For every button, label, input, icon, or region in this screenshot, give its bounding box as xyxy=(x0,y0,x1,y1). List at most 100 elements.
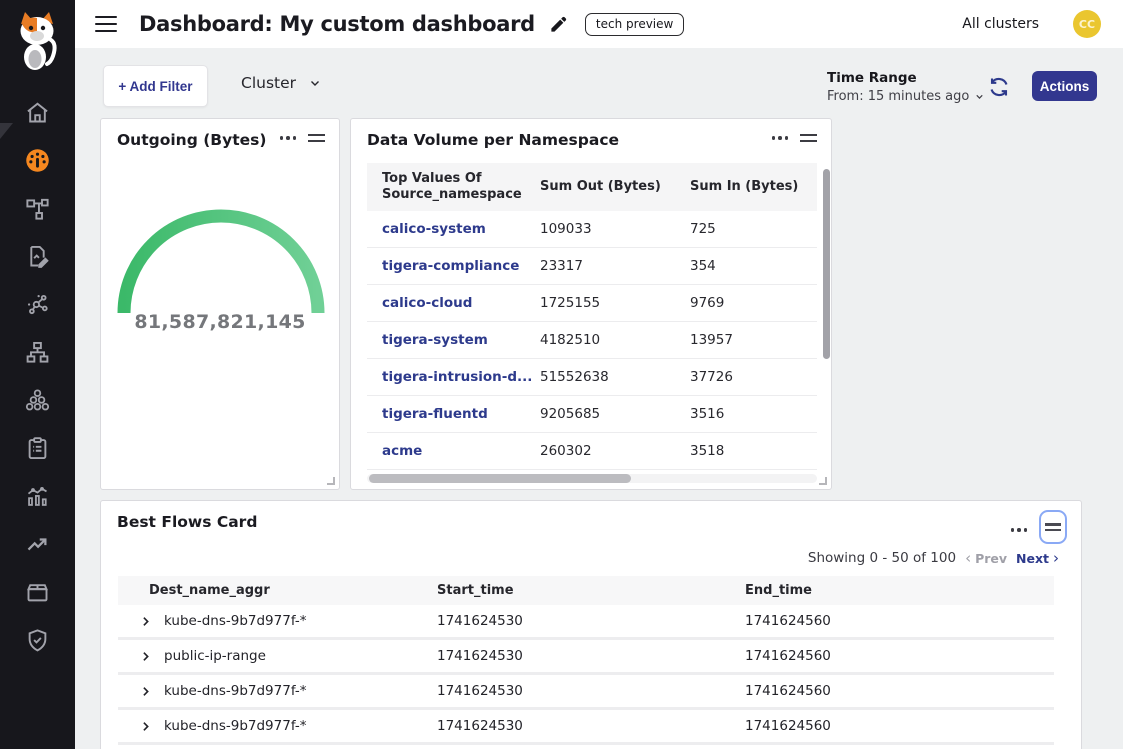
gauge-arc xyxy=(124,216,318,313)
column-header: Start_time xyxy=(406,583,714,598)
card-title: Best Flows Card xyxy=(117,513,257,531)
namespace-link[interactable]: calico-system xyxy=(382,221,486,237)
clipboard-list-icon xyxy=(24,435,51,462)
hamburger-menu-icon[interactable] xyxy=(95,16,117,32)
chevron-left-icon: ‹ xyxy=(965,551,971,566)
column-header: Top Values Of Source_namespace xyxy=(367,171,512,204)
drag-handle-icon[interactable] xyxy=(308,134,325,142)
prev-page-button[interactable]: ‹ Prev xyxy=(965,551,1007,566)
sidebar-item-workloads[interactable] xyxy=(0,568,75,616)
expand-chevron-icon[interactable] xyxy=(139,615,152,628)
sidebar-item-home[interactable] xyxy=(0,88,75,136)
horizontal-scrollbar[interactable] xyxy=(367,474,817,483)
policy-edit-icon xyxy=(24,243,51,270)
table-header-row: Dest_name_aggr Start_time End_time xyxy=(118,576,1054,605)
network-nodes-icon xyxy=(24,291,51,318)
end-time: 1741624560 xyxy=(714,718,1054,734)
sum-out-value: 9205685 xyxy=(525,406,675,422)
sidebar-item-dashboards[interactable] xyxy=(0,136,75,184)
namespace-link[interactable]: acme xyxy=(382,443,422,459)
namespace-link[interactable]: calico-cloud xyxy=(382,295,472,311)
start-time: 1741624530 xyxy=(406,683,714,699)
table-header-row: Top Values Of Source_namespace Sum Out (… xyxy=(367,163,817,211)
end-time: 1741624560 xyxy=(714,648,1054,664)
add-filter-button[interactable]: + Add Filter xyxy=(103,65,208,107)
page-title: Dashboard: My custom dashboard xyxy=(139,12,535,36)
resize-handle[interactable] xyxy=(327,477,335,485)
resize-handle[interactable] xyxy=(819,477,827,485)
table-row: kube-dns-9b7d977f-* 1741624530 174162456… xyxy=(118,710,1054,745)
sidebar-item-policies[interactable] xyxy=(0,232,75,280)
edit-pencil-icon[interactable] xyxy=(549,15,568,34)
home-icon xyxy=(24,99,51,126)
namespace-link[interactable]: tigera-intrusion-d... xyxy=(382,369,532,385)
drag-handle-icon[interactable] xyxy=(800,134,817,142)
sidebar-item-cluster[interactable] xyxy=(0,376,75,424)
time-range-control: Time Range From: 15 minutes ago xyxy=(827,70,985,104)
sum-out-value: 1725155 xyxy=(525,295,675,311)
drag-handle-icon-focused[interactable] xyxy=(1039,510,1067,544)
sitemap-icon xyxy=(24,339,51,366)
start-time: 1741624530 xyxy=(406,648,714,664)
time-range-label: Time Range xyxy=(827,70,985,86)
app-window: Dashboard: My custom dashboard tech prev… xyxy=(0,0,1123,749)
sum-in-value: 3518 xyxy=(675,443,817,459)
column-header: Sum In (Bytes) xyxy=(675,179,817,195)
dashboard-gauge-icon xyxy=(24,147,51,174)
column-header: Sum Out (Bytes) xyxy=(525,179,675,195)
sidebar-item-service-graph[interactable] xyxy=(0,184,75,232)
service-graph-icon xyxy=(24,195,51,222)
expand-chevron-icon[interactable] xyxy=(139,685,152,698)
expand-chevron-icon[interactable] xyxy=(139,650,152,663)
gauge-chart xyxy=(117,205,325,319)
top-header: Dashboard: My custom dashboard tech prev… xyxy=(75,0,1123,48)
namespace-link[interactable]: tigera-fluentd xyxy=(382,406,488,422)
sidebar-item-sitemap[interactable] xyxy=(0,328,75,376)
sidebar-item-security[interactable] xyxy=(0,616,75,664)
end-time: 1741624560 xyxy=(714,613,1054,629)
pagination-status: Showing 0 - 50 of 100 xyxy=(808,550,956,566)
table-row: tigera-compliance 23317 354 xyxy=(367,248,817,285)
cluster-dropdown[interactable]: Cluster xyxy=(241,74,322,92)
refresh-button[interactable] xyxy=(987,75,1011,99)
best-flows-card: Best Flows Card Showing 0 - 50 of 100 ‹ … xyxy=(100,500,1082,749)
table-row: acme 260302 3518 xyxy=(367,433,817,470)
sidebar-item-trends[interactable] xyxy=(0,520,75,568)
sidebar-item-network[interactable] xyxy=(0,280,75,328)
next-page-button[interactable]: Next › xyxy=(1016,551,1059,566)
vertical-scrollbar-thumb[interactable] xyxy=(823,169,830,359)
sidebar-item-reports[interactable] xyxy=(0,424,75,472)
time-range-value[interactable]: From: 15 minutes ago xyxy=(827,89,985,104)
sum-in-value: 725 xyxy=(675,221,817,237)
table-row: tigera-intrusion-d... 51552638 37726 xyxy=(367,359,817,396)
chevron-down-icon xyxy=(974,91,985,102)
user-avatar[interactable]: CC xyxy=(1073,10,1101,38)
pagination: Showing 0 - 50 of 100 ‹ Prev Next › xyxy=(808,550,1059,566)
namespace-link[interactable]: tigera-compliance xyxy=(382,258,519,274)
calico-cat-logo xyxy=(13,10,61,70)
statistics-icon xyxy=(24,483,51,510)
namespace-link[interactable]: tigera-system xyxy=(382,332,488,348)
more-options-icon[interactable] xyxy=(280,136,297,140)
table-row: tigera-system 4182510 13957 xyxy=(367,322,817,359)
expand-chevron-icon[interactable] xyxy=(139,720,152,733)
horizontal-scrollbar-thumb[interactable] xyxy=(369,474,631,483)
dest-name: public-ip-range xyxy=(164,648,266,664)
gauge-value: 81,587,821,145 xyxy=(101,311,339,333)
table-row: tigera-fluentd 9205685 3516 xyxy=(367,396,817,433)
refresh-icon xyxy=(987,75,1011,99)
more-options-icon[interactable] xyxy=(772,136,789,140)
namespace-table: Top Values Of Source_namespace Sum Out (… xyxy=(367,163,817,470)
cluster-scope-selector[interactable]: All clusters xyxy=(962,16,1039,32)
dest-name: kube-dns-9b7d977f-* xyxy=(164,718,306,734)
dest-name: kube-dns-9b7d977f-* xyxy=(164,683,306,699)
more-options-icon[interactable] xyxy=(1011,528,1028,532)
table-row: kube-dns-9b7d977f-* 1741624530 174162456… xyxy=(118,605,1054,640)
sum-in-value: 3516 xyxy=(675,406,817,422)
card-title: Outgoing (Bytes) xyxy=(117,131,266,149)
actions-button[interactable]: Actions xyxy=(1032,71,1097,101)
card-title: Data Volume per Namespace xyxy=(367,131,619,149)
sum-in-value: 13957 xyxy=(675,332,817,348)
dest-name: kube-dns-9b7d977f-* xyxy=(164,613,306,629)
sidebar-item-statistics[interactable] xyxy=(0,472,75,520)
